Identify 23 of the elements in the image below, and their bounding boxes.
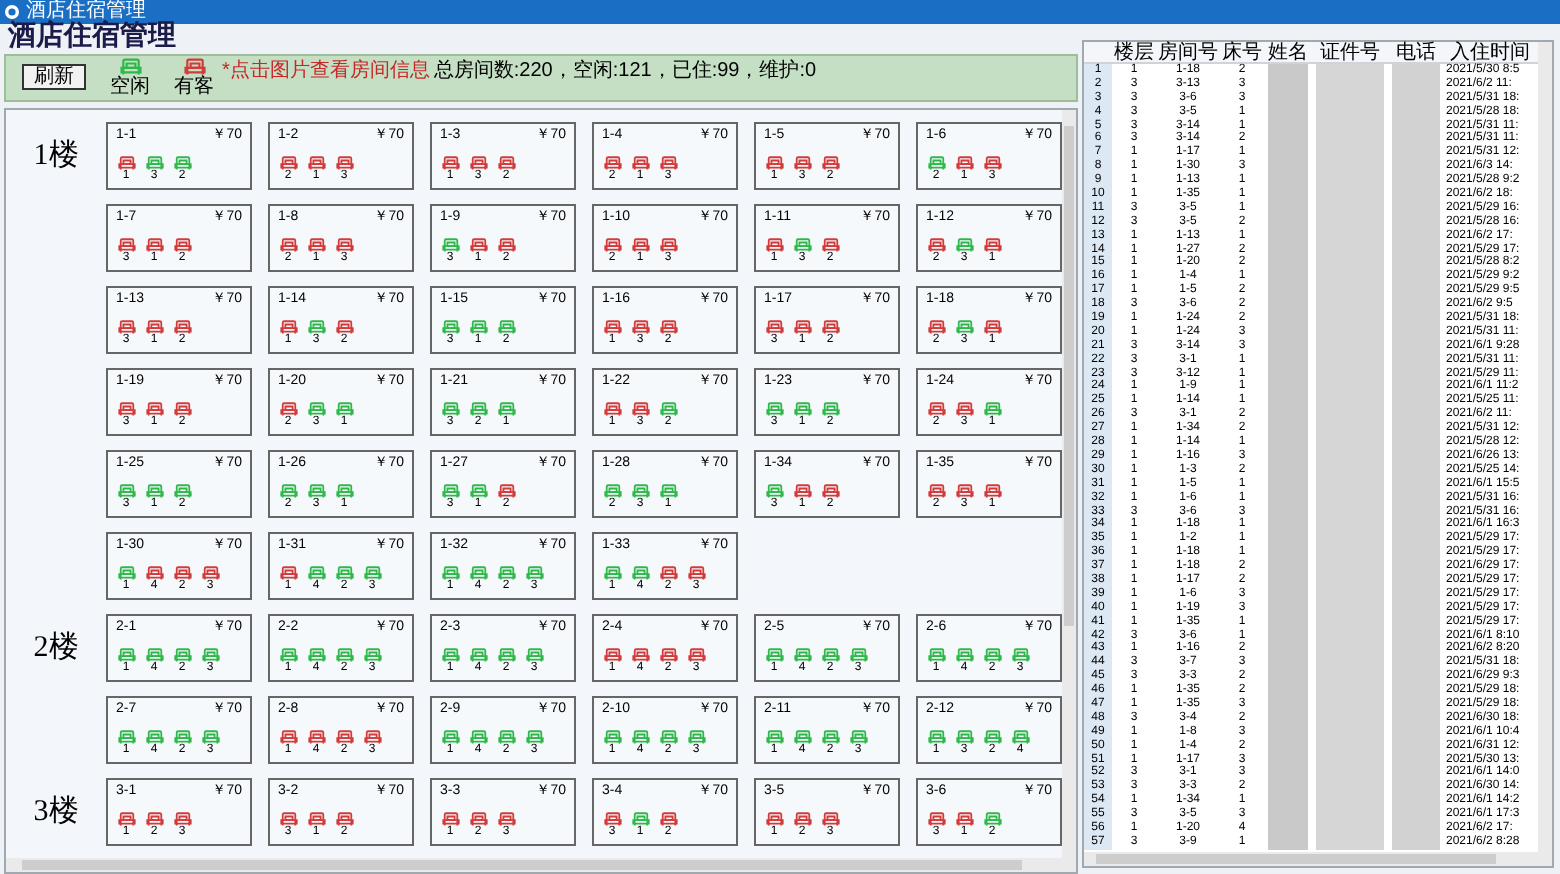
horizontal-scrollbar[interactable] [6, 858, 1076, 872]
floor-label: 2楼 [33, 629, 79, 668]
hint-text: *点击图片查看房间信息 [222, 62, 430, 82]
column-header[interactable]: 楼层 [1112, 42, 1156, 62]
column-header[interactable]: 电话 [1388, 42, 1444, 62]
horizontal-scrollbar[interactable] [1084, 852, 1552, 866]
legend-label: 空闲 [110, 77, 150, 98]
vertical-scrollbar[interactable] [1538, 42, 1552, 852]
column-header[interactable]: 证件号 [1312, 42, 1388, 62]
vertical-scrollbar[interactable] [1062, 110, 1076, 858]
column-header[interactable]: 姓名 [1264, 42, 1312, 62]
column-header[interactable]: 房间号 [1156, 42, 1220, 62]
room-summary: 总房间数:220，空闲:121，已住:99，维护:0 [433, 62, 817, 82]
legend-label: 有客 [174, 77, 214, 98]
floor-label: 3楼 [33, 793, 79, 832]
scroll-thumb[interactable] [1064, 126, 1074, 626]
page-title: 酒店住宿管理 [8, 24, 176, 52]
column-header[interactable]: 入住时间 [1444, 42, 1536, 62]
scroll-thumb[interactable] [22, 860, 1022, 870]
refresh-button[interactable]: 刷新 [22, 64, 86, 90]
column-header[interactable]: 床号 [1220, 42, 1264, 62]
scroll-thumb[interactable] [1096, 854, 1496, 864]
floor-label: 1楼 [33, 137, 79, 176]
